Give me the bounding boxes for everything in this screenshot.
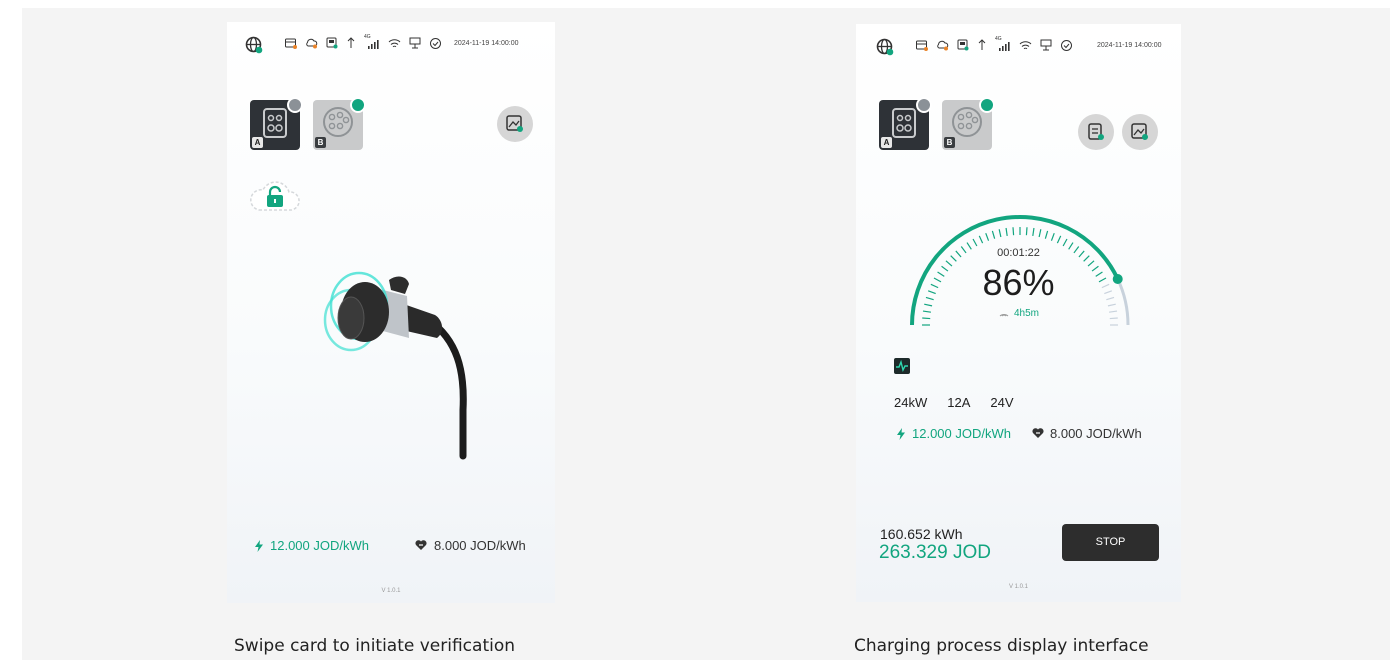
remaining-time-row: 4h5m xyxy=(856,307,1181,319)
heart-service-icon xyxy=(415,540,427,550)
globe-icon xyxy=(245,36,263,54)
chip-icon xyxy=(957,39,969,51)
card-icon xyxy=(916,40,928,51)
signal-arc-icon xyxy=(999,314,1009,317)
wifi-icon xyxy=(1019,40,1032,49)
gauge-tick xyxy=(1025,227,1028,236)
connector-label: A xyxy=(252,137,263,148)
chip-icon xyxy=(326,37,338,49)
connector-label: A xyxy=(881,137,892,148)
cost-total: 263.329 JOD xyxy=(879,542,991,563)
lightning-icon xyxy=(255,539,263,552)
upload-icon xyxy=(347,37,355,48)
heart-service-icon xyxy=(1032,428,1044,438)
ethernet-icon xyxy=(1040,39,1052,51)
cloud-icon xyxy=(306,38,318,48)
gauge-tick xyxy=(1056,235,1062,244)
image-settings-icon xyxy=(506,115,523,132)
elapsed-time: 00:01:22 xyxy=(997,247,1040,259)
caption-left: Swipe card to initiate verification xyxy=(234,636,516,656)
ethernet-icon xyxy=(409,37,421,49)
cloud-icon xyxy=(937,40,949,50)
wifi-icon xyxy=(388,38,401,47)
charge-price: 12.000 JOD/kWh xyxy=(270,538,369,553)
status-bar: 4G 2024-11-19 14:00:00 xyxy=(227,22,555,62)
screen-charging: 4G 2024-11-19 14:00:00 A B 00:01:22 86% … xyxy=(856,24,1181,602)
selected-check-icon xyxy=(916,97,932,113)
gauge-tick xyxy=(1107,303,1116,307)
cloud-check-icon xyxy=(1061,39,1072,51)
lightning-icon xyxy=(897,427,905,440)
gauge-tick xyxy=(924,303,933,307)
record-list-icon xyxy=(1088,123,1104,140)
gauge-tick xyxy=(978,235,984,244)
gauge-tick xyxy=(1012,227,1015,236)
connector-b-button[interactable]: B xyxy=(942,97,995,150)
screen-swipe-card: 4G 2024-11-19 14:00:00 A B 12.000 JOD/kW… xyxy=(227,22,555,603)
service-price: 8.000 JOD/kWh xyxy=(434,538,526,553)
current-value: 12A xyxy=(947,395,971,410)
cellular-signal-icon xyxy=(368,40,379,49)
gauge-tick xyxy=(998,229,1002,238)
gauge-tick xyxy=(1005,227,1008,237)
gauge-tick xyxy=(1050,232,1055,241)
gauge-tick xyxy=(1038,229,1042,238)
status-datetime: 2024-11-19 14:00:00 xyxy=(454,40,519,47)
connector-b-button[interactable]: B xyxy=(313,97,366,150)
power-value: 24kW xyxy=(894,395,928,410)
remaining-time: 4h5m xyxy=(1013,308,1039,319)
version-label: V 1.0.1 xyxy=(381,588,401,594)
card-icon xyxy=(285,38,297,49)
power-status-icon xyxy=(894,358,910,374)
status-bar: 4G 2024-11-19 14:00:00 xyxy=(856,24,1181,64)
gauge-tick xyxy=(985,232,990,241)
energy-total: 160.652 kWh xyxy=(880,526,963,542)
cloud-lock-icon xyxy=(250,181,300,211)
caption-right: Charging process display interface xyxy=(854,636,1149,656)
connector-label: B xyxy=(944,137,955,148)
connector-a-button[interactable]: A xyxy=(879,97,932,150)
image-settings-button[interactable] xyxy=(497,106,533,142)
gauge-tick xyxy=(972,238,978,247)
gauge-tick xyxy=(1044,230,1049,239)
gauge-tick xyxy=(1032,227,1035,237)
image-settings-icon xyxy=(1131,123,1148,140)
upload-icon xyxy=(978,39,986,50)
connector-label: B xyxy=(315,137,326,148)
record-list-button[interactable] xyxy=(1078,114,1114,150)
charging-plug-image xyxy=(323,271,467,460)
stop-button[interactable]: STOP xyxy=(1062,524,1159,561)
gauge-tick xyxy=(1062,238,1068,247)
image-settings-button[interactable] xyxy=(1122,114,1158,150)
selected-check-icon xyxy=(287,97,303,113)
charge-price: 12.000 JOD/kWh xyxy=(912,426,1011,441)
voltage-value: 24V xyxy=(990,395,1014,410)
cloud-check-icon xyxy=(430,37,441,49)
canvas: 4G 2024-11-19 14:00:00 A B 12.000 JOD/kW… xyxy=(0,0,1399,660)
connector-a-button[interactable]: A xyxy=(250,97,303,150)
gauge-tick xyxy=(991,230,996,239)
status-dot-icon xyxy=(350,97,366,113)
price-row: 12.000 JOD/kWh xyxy=(896,426,1011,441)
price-row: 12.000 JOD/kWh xyxy=(254,538,369,553)
globe-icon xyxy=(876,38,894,56)
stats-row: 24kW 12A 24V xyxy=(894,395,1014,410)
cellular-signal-icon xyxy=(999,42,1010,51)
status-datetime: 2024-11-19 14:00:00 xyxy=(1097,42,1162,49)
version-label: V 1.0.1 xyxy=(1008,584,1028,590)
service-price: 8.000 JOD/kWh xyxy=(1050,426,1142,441)
screens-panel: 4G 2024-11-19 14:00:00 A B 12.000 JOD/kW… xyxy=(22,8,1390,660)
service-price-row: 8.000 JOD/kWh xyxy=(1032,426,1142,441)
service-price-row: 8.000 JOD/kWh xyxy=(415,538,526,553)
status-dot-icon xyxy=(979,97,995,113)
charge-percent: 86% xyxy=(982,262,1055,303)
